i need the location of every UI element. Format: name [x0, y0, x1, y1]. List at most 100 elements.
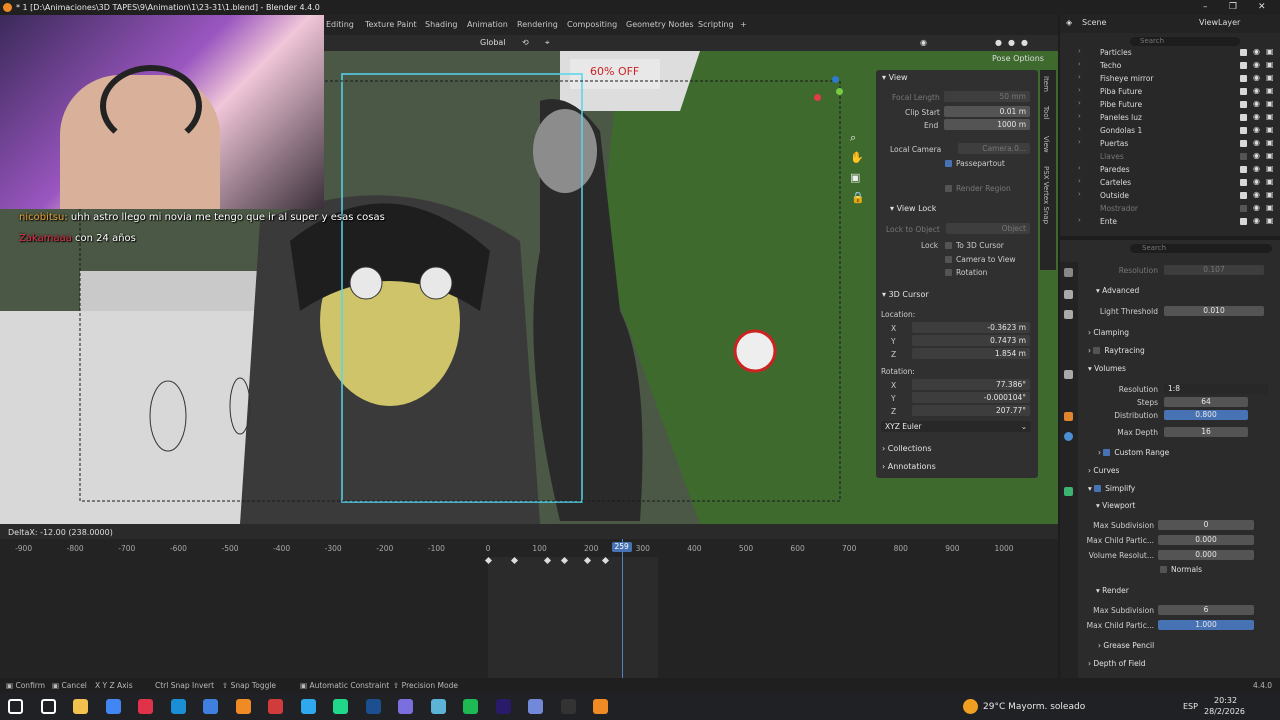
location-z-field[interactable]: 1.854 m [912, 348, 1030, 359]
zoom-icon[interactable]: ⌕ [850, 131, 856, 145]
list-item[interactable]: Llaves ◉ ▣ [1060, 150, 1280, 163]
list-item[interactable]: › Techo ◉ ▣ [1060, 59, 1280, 72]
physics-tab-icon[interactable] [1064, 432, 1073, 441]
list-item[interactable]: › Carteles ◉ ▣ [1060, 176, 1280, 189]
edge-icon[interactable] [170, 699, 186, 714]
curves-section[interactable]: › Curves [1088, 466, 1119, 475]
pose-options-button[interactable]: Pose Options [992, 54, 1044, 63]
rotation-mode-dropdown[interactable]: XYZ Euler ⌄ [881, 421, 1031, 432]
app2-icon[interactable] [398, 699, 413, 714]
language-indicator[interactable]: ESP [1183, 702, 1198, 711]
object-tab-icon[interactable] [1064, 412, 1073, 421]
render-tab-icon[interactable] [1064, 290, 1073, 299]
pycharm-icon[interactable] [333, 699, 348, 714]
shading-render-icon[interactable]: ● [1021, 38, 1028, 47]
blender-active-icon[interactable] [593, 699, 608, 714]
volume-resolution-dropdown[interactable]: 1:8 [1164, 384, 1268, 394]
grease-pencil-section[interactable]: › Grease Pencil [1098, 641, 1154, 650]
camera-to-view-checkbox[interactable]: Camera to View [945, 255, 1016, 264]
file-explorer-icon[interactable] [73, 699, 88, 714]
after-effects-icon[interactable] [495, 699, 511, 714]
list-item[interactable]: › Outside ◉ ▣ [1060, 189, 1280, 202]
tab-animation[interactable]: Animation [467, 20, 508, 29]
tab-psx-vertex-snap[interactable]: PSX Vertex Snap [1042, 166, 1050, 224]
tab-texture-paint[interactable]: Texture Paint [365, 20, 417, 29]
depth-of-field-section[interactable]: › Depth of Field [1088, 659, 1146, 668]
list-item[interactable]: Mostrador ◉ ▣ [1060, 202, 1280, 215]
viewport-subsection[interactable]: ▾ Viewport [1096, 501, 1135, 510]
constraints-tab-icon[interactable] [1064, 487, 1073, 496]
normals-checkbox[interactable]: Normals [1160, 565, 1202, 574]
tab-geometry-nodes[interactable]: Geometry Nodes [626, 20, 693, 29]
recorder-icon[interactable] [268, 699, 283, 714]
clock-date[interactable]: 28/2/2026 [1204, 707, 1245, 716]
rotation-y-field[interactable]: -0.000104° [912, 392, 1030, 403]
list-item[interactable]: › Gondolas 1 ◉ ▣ [1060, 124, 1280, 137]
r-max-child-slider[interactable]: 1.000 [1158, 620, 1254, 630]
view-section-header[interactable]: ▾ View [882, 73, 908, 82]
clip-end-field[interactable]: 1000 m [944, 119, 1030, 130]
weather-text[interactable]: 29°C Mayorm. soleado [983, 702, 1085, 712]
list-item[interactable]: › Puertas ◉ ▣ [1060, 137, 1280, 150]
list-item[interactable]: › Particles ◉ ▣ [1060, 46, 1280, 59]
tab-item[interactable]: Item [1042, 76, 1050, 92]
maximize-button[interactable]: ❐ [1229, 2, 1237, 12]
start-icon[interactable] [8, 699, 23, 714]
list-item[interactable]: › Paredes ◉ ▣ [1060, 163, 1280, 176]
orientation-dropdown[interactable]: Global [480, 38, 506, 47]
passepartout-checkbox[interactable]: Passepartout [945, 159, 1005, 168]
obs-icon[interactable] [560, 699, 576, 714]
shading-material-icon[interactable]: ● [1008, 38, 1015, 47]
vscode-icon[interactable] [365, 699, 381, 714]
dope-sheet-timeline[interactable]: -900 -800 -700 -600 -500 -400 -300 -200 -100 0 100… [0, 539, 1058, 678]
max-depth-field[interactable]: 16 [1164, 427, 1248, 437]
advanced-section[interactable]: ▾ Advanced [1096, 286, 1139, 295]
local-camera-field[interactable]: Camera.0... [958, 143, 1030, 154]
vp-max-subdivision-field[interactable]: 0 [1158, 520, 1254, 530]
tab-tool[interactable]: Tool [1042, 106, 1050, 120]
r-max-subdivision-field[interactable]: 6 [1158, 605, 1254, 615]
snap-icon[interactable]: ⌖ [545, 38, 550, 48]
app-icon[interactable] [203, 699, 218, 714]
view-layer-selector[interactable]: ViewLayer [1199, 18, 1240, 27]
spotify-icon[interactable] [463, 699, 478, 714]
camera-view-icon[interactable]: ▣ [850, 171, 860, 184]
list-item[interactable]: › Fisheye mirror ◉ ▣ [1060, 72, 1280, 85]
close-button[interactable]: ✕ [1258, 2, 1266, 12]
properties-search-input[interactable]: Search [1130, 244, 1272, 253]
volumes-section[interactable]: ▾ Volumes [1088, 364, 1126, 373]
custom-range-section[interactable]: › Custom Range [1098, 448, 1169, 457]
photoshop-icon[interactable] [300, 699, 316, 714]
blender-icon[interactable] [235, 699, 251, 714]
opera-icon[interactable] [138, 699, 153, 714]
tab-editing[interactable]: Editing [326, 20, 354, 29]
lock-to-object-field[interactable]: Object [946, 223, 1030, 234]
gizmo-z-axis-icon[interactable] [832, 76, 839, 83]
3d-cursor-section-header[interactable]: ▾ 3D Cursor [882, 290, 929, 299]
discord-icon[interactable] [528, 699, 543, 714]
pivot-icon[interactable]: ⟲ [522, 38, 529, 47]
scene-tab-icon[interactable] [1064, 370, 1073, 379]
shading-solid-icon[interactable]: ● [995, 38, 1002, 47]
annotations-section-header[interactable]: › Annotations [882, 462, 936, 471]
rotation-z-field[interactable]: 207.77° [912, 405, 1030, 416]
overlay-icon[interactable]: ◉ [920, 38, 927, 47]
search-icon[interactable] [40, 699, 56, 714]
tab-compositing[interactable]: Compositing [567, 20, 617, 29]
playhead[interactable] [621, 539, 623, 678]
rotation-x-field[interactable]: 77.386° [912, 379, 1030, 390]
resolution-top-field[interactable]: 0.107 [1164, 265, 1264, 275]
weather-icon[interactable] [963, 699, 978, 714]
lock-rotation-checkbox[interactable]: Rotation [945, 268, 987, 277]
current-frame-badge[interactable]: 259 [611, 542, 632, 552]
render-region-checkbox[interactable]: Render Region [945, 184, 1011, 193]
navigation-gizmo[interactable] [812, 76, 852, 126]
location-x-field[interactable]: -0.3623 m [912, 322, 1030, 333]
app3-icon[interactable] [430, 699, 446, 714]
gizmo-y-axis-icon[interactable] [836, 88, 843, 95]
raytracing-section[interactable]: › Raytracing [1088, 346, 1145, 355]
lock-icon[interactable]: 🔒 [851, 191, 865, 204]
minimize-button[interactable]: – [1203, 2, 1208, 12]
gizmo-x-axis-icon[interactable] [814, 94, 821, 101]
tool-tab-icon[interactable] [1064, 268, 1073, 277]
